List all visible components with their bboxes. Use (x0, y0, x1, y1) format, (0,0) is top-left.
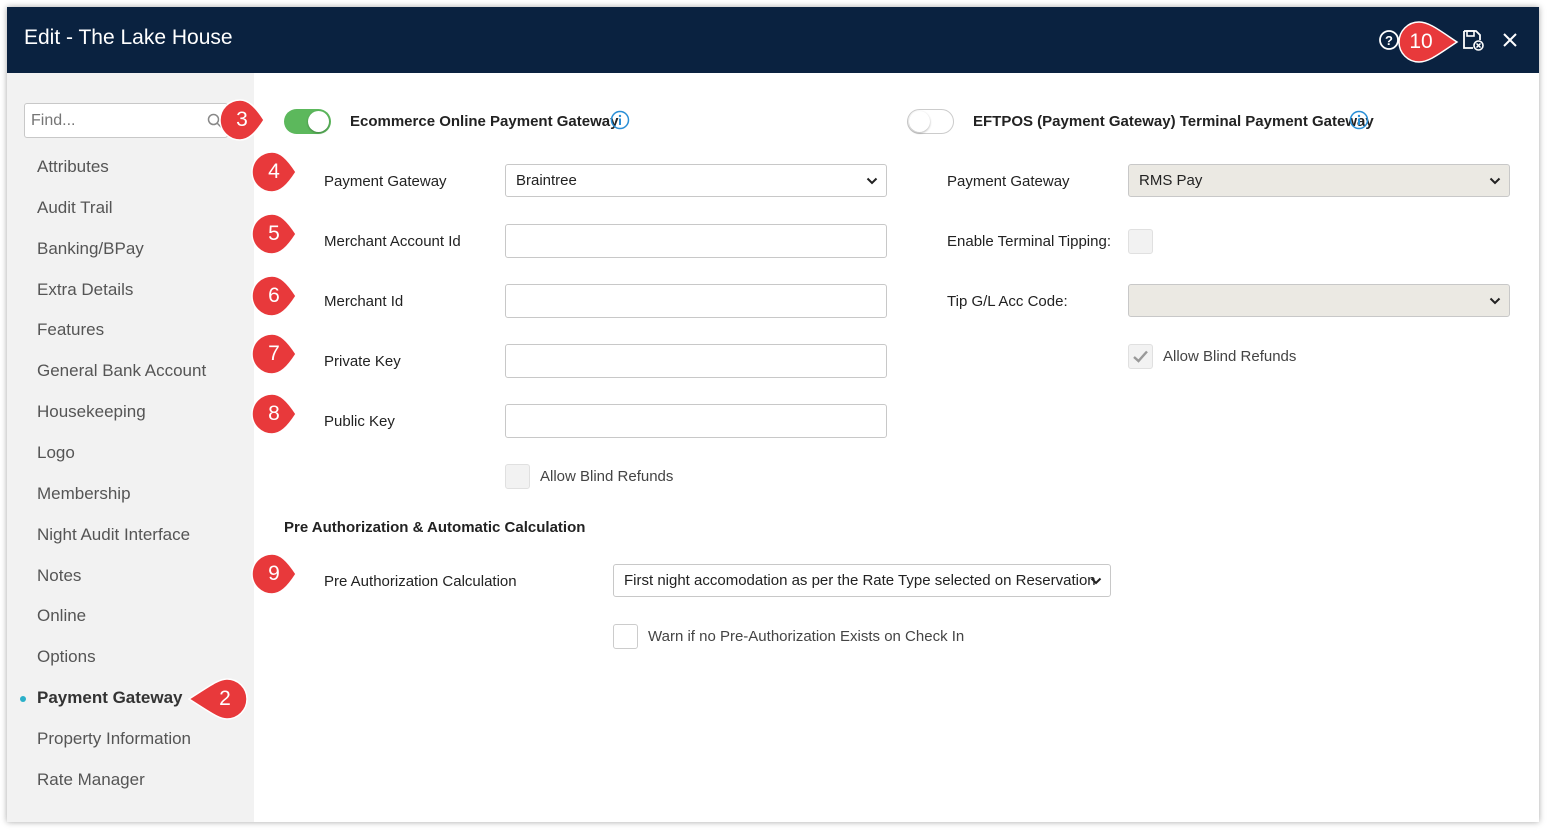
info-icon[interactable] (610, 110, 630, 130)
warn-no-preauth-checkbox[interactable] (613, 624, 638, 649)
sidebar-item-logo[interactable]: Logo (37, 443, 75, 463)
sidebar-item-audit-trail[interactable]: Audit Trail (37, 198, 113, 218)
allow-blind-refunds-label: Allow Blind Refunds (540, 468, 674, 485)
callout-6: 6 (250, 274, 298, 318)
chevron-down-icon (866, 177, 878, 185)
sidebar-item-membership[interactable]: Membership (37, 484, 131, 504)
find-search-box[interactable] (24, 103, 228, 138)
close-icon[interactable] (1497, 27, 1523, 53)
tip-gl-acc-code-label: Tip G/L Acc Code: (947, 293, 1068, 310)
merchant-id-label: Merchant Id (324, 293, 404, 310)
private-key-field[interactable] (505, 344, 887, 378)
sidebar-item-online[interactable]: Online (37, 606, 86, 626)
svg-text:?: ? (1385, 33, 1393, 48)
window-title: Edit - The Lake House (24, 26, 233, 49)
payment-gateway-value: Braintree (516, 172, 577, 189)
chevron-down-icon (1489, 177, 1501, 185)
preauth-calculation-select[interactable]: First night accomodation as per the Rate… (613, 564, 1111, 597)
callout-5: 5 (250, 212, 298, 256)
private-key-label: Private Key (324, 353, 401, 370)
checkmark-icon (1133, 350, 1148, 363)
public-key-label: Public Key (324, 413, 395, 430)
sidebar-item-options[interactable]: Options (37, 647, 96, 667)
enable-terminal-tipping-checkbox[interactable] (1128, 229, 1153, 254)
sidebar-item-rate-manager[interactable]: Rate Manager (37, 770, 145, 790)
preauth-calculation-value: First night accomodation as per the Rate… (624, 572, 1096, 589)
save-close-icon[interactable] (1460, 27, 1486, 53)
eftpos-payment-gateway-value: RMS Pay (1139, 172, 1203, 189)
tip-gl-acc-code-select[interactable] (1128, 284, 1510, 317)
payment-gateway-select[interactable]: Braintree (505, 164, 887, 197)
eftpos-gateway-toggle[interactable] (907, 109, 954, 134)
main-content: Ecommerce Online Payment Gateway Payment… (254, 73, 1539, 822)
eftpos-gateway-label: EFTPOS (Payment Gateway) Terminal Paymen… (973, 113, 1374, 130)
callout-4: 4 (250, 150, 298, 194)
find-input[interactable] (25, 104, 195, 137)
merchant-id-field[interactable] (505, 284, 887, 318)
callout-7: 7 (250, 332, 298, 376)
sidebar-item-extra-details[interactable]: Extra Details (37, 280, 133, 300)
sidebar-item-property-information[interactable]: Property Information (37, 729, 191, 749)
allow-blind-refunds-checkbox[interactable] (505, 464, 530, 489)
eftpos-payment-gateway-select[interactable]: RMS Pay (1128, 164, 1510, 197)
title-bar: Edit - The Lake House ? (7, 7, 1539, 73)
sidebar-item-housekeeping[interactable]: Housekeeping (37, 402, 146, 422)
active-indicator-dot (20, 696, 26, 702)
preauth-calculation-label: Pre Authorization Calculation (324, 573, 517, 590)
sidebar-item-notes[interactable]: Notes (37, 566, 81, 586)
callout-8: 8 (250, 392, 298, 436)
eftpos-allow-blind-refunds-label: Allow Blind Refunds (1163, 348, 1297, 365)
warn-no-preauth-label: Warn if no Pre-Authorization Exists on C… (648, 628, 965, 645)
sidebar-item-general-bank-account[interactable]: General Bank Account (37, 361, 206, 381)
chevron-down-icon (1489, 297, 1501, 305)
enable-terminal-tipping-label: Enable Terminal Tipping: (947, 233, 1111, 250)
sidebar-item-banking-bpay[interactable]: Banking/BPay (37, 239, 144, 259)
public-key-field[interactable] (505, 404, 887, 438)
merchant-account-id-label: Merchant Account Id (324, 233, 461, 250)
chevron-down-icon (1090, 577, 1102, 585)
sidebar-item-attributes[interactable]: Attributes (37, 157, 109, 177)
sidebar-item-payment-gateway[interactable]: Payment Gateway (37, 688, 183, 708)
callout-2: 2 (187, 677, 249, 721)
preauth-section-title: Pre Authorization & Automatic Calculatio… (284, 519, 586, 536)
eftpos-allow-blind-refunds-checkbox[interactable] (1128, 344, 1153, 369)
eftpos-payment-gateway-label: Payment Gateway (947, 173, 1070, 190)
ecommerce-gateway-toggle[interactable] (284, 109, 331, 134)
ecommerce-gateway-label: Ecommerce Online Payment Gateway (350, 113, 619, 130)
callout-10: 10 (1397, 20, 1459, 64)
payment-gateway-label: Payment Gateway (324, 173, 447, 190)
info-icon[interactable] (1349, 110, 1369, 130)
merchant-account-id-field[interactable] (505, 224, 887, 258)
callout-3: 3 (218, 98, 266, 142)
sidebar-item-features[interactable]: Features (37, 320, 104, 340)
callout-9: 9 (250, 552, 298, 596)
edit-window: Edit - The Lake House ? Attributes Audit… (7, 7, 1539, 822)
sidebar-item-night-audit-interface[interactable]: Night Audit Interface (37, 525, 190, 545)
